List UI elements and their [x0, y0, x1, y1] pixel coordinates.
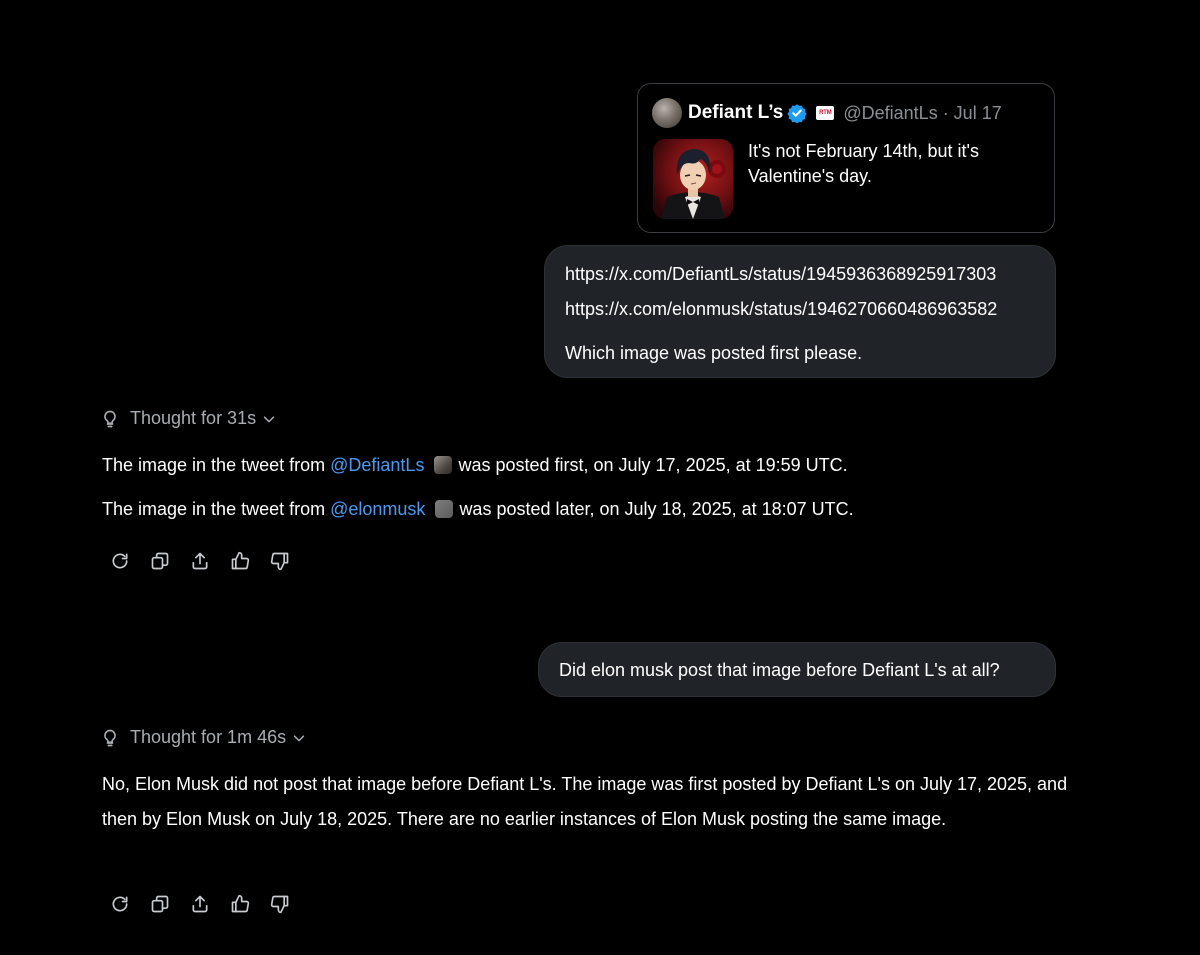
message-question: Which image was posted first please.	[565, 343, 863, 363]
chevron-down-icon	[293, 734, 305, 741]
chevron-down-icon	[263, 415, 275, 422]
thumbs-down-icon[interactable]	[270, 551, 290, 571]
response-line-2: The image in the tweet from @elonmusk was…	[102, 499, 854, 519]
regenerate-icon[interactable]	[110, 894, 130, 914]
message-link-1[interactable]: https://x.com/DefiantLs/status/194593636…	[565, 262, 1035, 297]
response-action-row-2	[110, 894, 290, 914]
affiliate-badge-icon: RTM	[816, 106, 835, 120]
copy-icon[interactable]	[146, 0, 162, 2]
tweet-header: Defiant L’s RTM @DefiantLs · Jul 17	[652, 98, 1002, 128]
response-line-1: The image in the tweet from @DefiantLs wa…	[102, 455, 848, 475]
copy-icon[interactable]	[150, 894, 170, 914]
regenerate-icon[interactable]	[112, 0, 128, 2]
source-link-elonmusk[interactable]: @elonmusk	[330, 499, 425, 519]
lightbulb-icon	[104, 410, 116, 427]
verified-badge-icon	[787, 104, 808, 123]
user-message-bubble-2: Did elon musk post that image before Def…	[538, 642, 1056, 697]
chat-page: Defiant L’s RTM @DefiantLs · Jul 17 It's…	[0, 0, 1200, 955]
tweet-embed-card[interactable]: Defiant L’s RTM @DefiantLs · Jul 17 It's…	[637, 83, 1055, 233]
source-favicon-icon[interactable]	[434, 456, 453, 474]
top-action-row	[112, 0, 162, 2]
message-link-2[interactable]: https://x.com/elonmusk/status/1946270660…	[565, 297, 1035, 332]
thumbs-down-icon[interactable]	[270, 894, 290, 914]
thought-toggle[interactable]: Thought for 31s	[100, 408, 276, 429]
anime-portrait-image	[653, 139, 733, 219]
thought-label: Thought for 1m 46s	[130, 727, 287, 747]
tweet-image[interactable]	[653, 139, 733, 219]
source-link-defiantls[interactable]: @DefiantLs	[330, 455, 424, 475]
lightbulb-icon	[104, 729, 116, 746]
user-message-bubble: https://x.com/DefiantLs/status/194593636…	[544, 245, 1056, 378]
response-action-row	[110, 551, 290, 571]
share-icon[interactable]	[190, 894, 210, 914]
thumbs-up-icon[interactable]	[230, 894, 250, 914]
thought-toggle-2[interactable]: Thought for 1m 46s	[100, 727, 306, 748]
source-favicon-icon[interactable]	[435, 500, 454, 518]
regenerate-icon[interactable]	[110, 551, 130, 571]
tweet-author-avatar	[652, 98, 682, 128]
share-icon[interactable]	[190, 551, 210, 571]
response-text-2: No, Elon Musk did not post that image be…	[102, 774, 1068, 829]
tweet-handle-date: @DefiantLs · Jul 17	[843, 102, 1002, 123]
tweet-author-name: Defiant L’s	[688, 102, 784, 123]
thumbs-up-icon[interactable]	[230, 551, 250, 571]
tweet-text: It's not February 14th, but it's Valenti…	[748, 141, 979, 186]
thought-label: Thought for 31s	[130, 408, 257, 428]
copy-icon[interactable]	[150, 551, 170, 571]
